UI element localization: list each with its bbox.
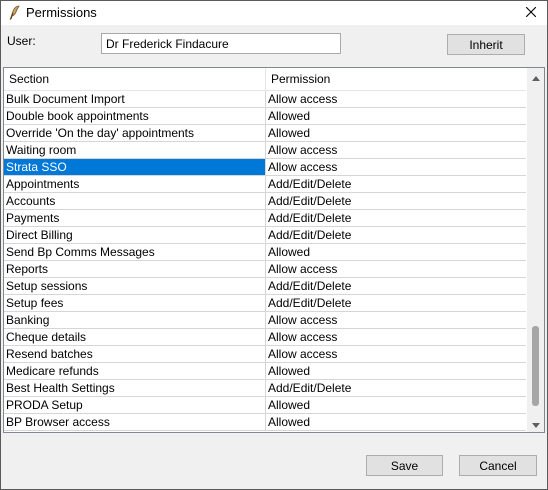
- section-cell[interactable]: Best Health Settings: [4, 380, 266, 396]
- table-row[interactable]: Direct Billing Add/Edit/Delete: [4, 227, 526, 244]
- table-row[interactable]: Cheque details Allow access: [4, 329, 526, 346]
- user-label: User:: [7, 34, 36, 48]
- permission-cell[interactable]: Allow access: [266, 312, 526, 328]
- table-row[interactable]: Send Bp Comms Messages Allowed: [4, 244, 526, 261]
- table-row[interactable]: Double book appointments Allowed: [4, 108, 526, 125]
- section-cell[interactable]: Direct Billing: [4, 227, 266, 243]
- section-cell[interactable]: Reports: [4, 261, 266, 277]
- permission-cell[interactable]: Allow access: [266, 159, 526, 175]
- table-row[interactable]: Banking Allow access: [4, 312, 526, 329]
- section-cell[interactable]: Accounts: [4, 193, 266, 209]
- permission-cell[interactable]: Allowed: [266, 108, 526, 124]
- window-title: Permissions: [26, 5, 97, 20]
- section-cell[interactable]: Payments: [4, 210, 266, 226]
- section-cell[interactable]: Appointments: [4, 176, 266, 192]
- chevron-up-icon: [531, 70, 540, 84]
- section-cell[interactable]: BP Browser access: [4, 414, 266, 430]
- permission-cell[interactable]: Add/Edit/Delete: [266, 278, 526, 294]
- section-cell[interactable]: Setup sessions: [4, 278, 266, 294]
- section-cell[interactable]: Strata SSO: [4, 159, 266, 175]
- cancel-button[interactable]: Cancel: [459, 455, 537, 476]
- permission-cell[interactable]: Allow access: [266, 329, 526, 345]
- quill-icon: [7, 5, 21, 21]
- table-row[interactable]: Bulk Document Import Allow access: [4, 91, 526, 108]
- scroll-down-button[interactable]: [527, 415, 544, 432]
- table-row[interactable]: Accounts Add/Edit/Delete: [4, 193, 526, 210]
- permission-cell[interactable]: Add/Edit/Delete: [266, 193, 526, 209]
- permission-cell[interactable]: Add/Edit/Delete: [266, 176, 526, 192]
- table-row[interactable]: Resend batches Allow access: [4, 346, 526, 363]
- save-button[interactable]: Save: [366, 455, 443, 476]
- table-row[interactable]: Payments Add/Edit/Delete: [4, 210, 526, 227]
- section-cell[interactable]: Banking: [4, 312, 266, 328]
- scroll-up-button[interactable]: [527, 68, 544, 85]
- permission-cell[interactable]: Allow access: [266, 142, 526, 158]
- permission-cell[interactable]: Allowed: [266, 397, 526, 413]
- permissions-grid: Section Permission Bulk Document Import A…: [3, 67, 545, 433]
- table-row[interactable]: Best Health Settings Add/Edit/Delete: [4, 380, 526, 397]
- permissions-dialog: Permissions User: Dr Frederick Findacure…: [0, 0, 548, 490]
- section-cell[interactable]: PRODA Setup: [4, 397, 266, 413]
- table-row[interactable]: Strata SSO Allow access: [4, 159, 526, 176]
- permission-cell[interactable]: Add/Edit/Delete: [266, 295, 526, 311]
- section-cell[interactable]: Double book appointments: [4, 108, 266, 124]
- user-field[interactable]: Dr Frederick Findacure: [101, 33, 341, 54]
- section-cell[interactable]: Medicare refunds: [4, 363, 266, 379]
- grid-rows: Bulk Document Import Allow access Double b…: [4, 91, 526, 431]
- table-row[interactable]: Override 'On the day' appointments Allowe…: [4, 125, 526, 142]
- column-header-section[interactable]: Section: [4, 68, 266, 90]
- permission-cell[interactable]: Add/Edit/Delete: [266, 227, 526, 243]
- section-cell[interactable]: Override 'On the day' appointments: [4, 125, 266, 141]
- permission-cell[interactable]: Add/Edit/Delete: [266, 380, 526, 396]
- close-button[interactable]: [515, 1, 547, 25]
- table-row[interactable]: Waiting room Allow access: [4, 142, 526, 159]
- grid-header: Section Permission: [4, 68, 526, 91]
- table-row[interactable]: Setup sessions Add/Edit/Delete: [4, 278, 526, 295]
- section-cell[interactable]: Waiting room: [4, 142, 266, 158]
- table-row[interactable]: Medicare refunds Allowed: [4, 363, 526, 380]
- permission-cell[interactable]: Allow access: [266, 261, 526, 277]
- permission-cell[interactable]: Allowed: [266, 363, 526, 379]
- table-row[interactable]: Reports Allow access: [4, 261, 526, 278]
- permission-cell[interactable]: Allow access: [266, 91, 526, 107]
- table-row[interactable]: Appointments Add/Edit/Delete: [4, 176, 526, 193]
- permission-cell[interactable]: Add/Edit/Delete: [266, 210, 526, 226]
- permission-cell[interactable]: Allowed: [266, 125, 526, 141]
- section-cell[interactable]: Resend batches: [4, 346, 266, 362]
- section-cell[interactable]: Bulk Document Import: [4, 91, 266, 107]
- scrollbar-thumb[interactable]: [532, 326, 539, 406]
- permission-cell[interactable]: Allow access: [266, 346, 526, 362]
- table-row[interactable]: Setup fees Add/Edit/Delete: [4, 295, 526, 312]
- table-row[interactable]: BP Browser access Allowed: [4, 414, 526, 431]
- inherit-button[interactable]: Inherit: [447, 34, 525, 55]
- permission-cell[interactable]: Allowed: [266, 244, 526, 260]
- close-icon: [525, 6, 537, 20]
- permission-cell[interactable]: Allowed: [266, 414, 526, 430]
- section-cell[interactable]: Setup fees: [4, 295, 266, 311]
- table-row[interactable]: PRODA Setup Allowed: [4, 397, 526, 414]
- section-cell[interactable]: Cheque details: [4, 329, 266, 345]
- chevron-down-icon: [531, 417, 540, 431]
- column-header-permission[interactable]: Permission: [266, 68, 526, 90]
- title-bar: Permissions: [1, 1, 547, 25]
- section-cell[interactable]: Send Bp Comms Messages: [4, 244, 266, 260]
- vertical-scrollbar[interactable]: [527, 68, 544, 432]
